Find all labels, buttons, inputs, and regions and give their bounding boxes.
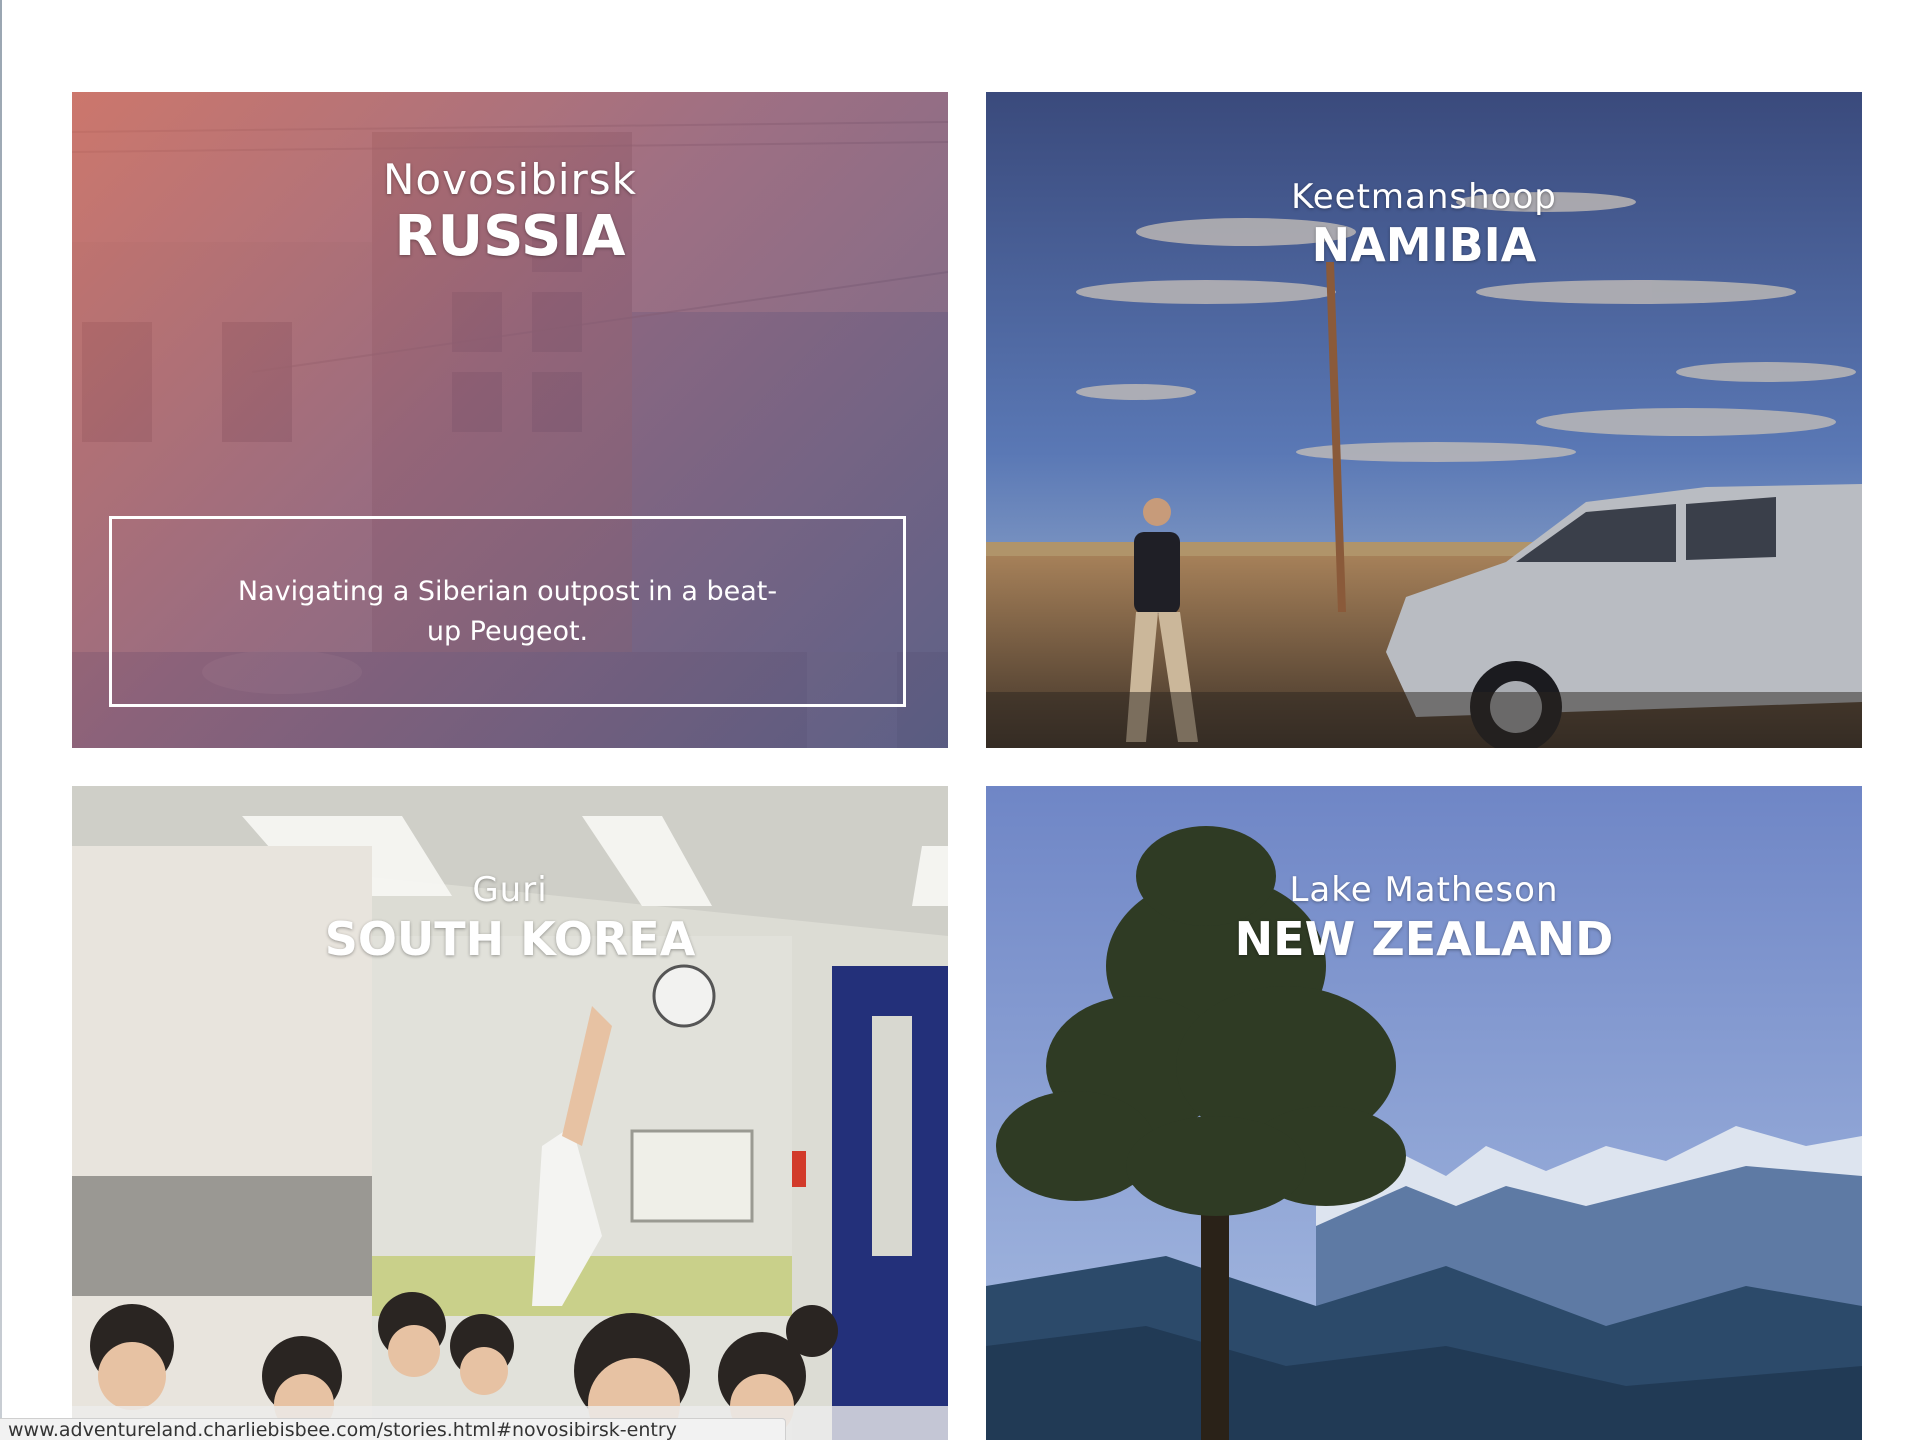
card-caption: Guri SOUTH KOREA bbox=[72, 868, 948, 966]
country-name: NAMIBIA bbox=[1311, 218, 1537, 272]
card-caption: Lake Matheson NEW ZEALAND bbox=[986, 868, 1862, 966]
stories-page: Novosibirsk RUSSIA Navigating a Siberian… bbox=[0, 0, 1920, 1440]
story-card-russia[interactable]: Novosibirsk RUSSIA Navigating a Siberian… bbox=[72, 92, 948, 748]
country-name: NEW ZEALAND bbox=[1234, 912, 1614, 966]
card-caption: Keetmanshoop NAMIBIA bbox=[986, 176, 1862, 272]
story-description: Navigating a Siberian outpost in a beat-… bbox=[237, 575, 778, 647]
city-name: Guri bbox=[472, 870, 548, 910]
card-caption: Novosibirsk RUSSIA bbox=[72, 154, 948, 268]
story-card-namibia[interactable]: Keetmanshoop NAMIBIA bbox=[986, 92, 1862, 748]
city-name: Lake Matheson bbox=[1289, 870, 1559, 910]
story-card-south-korea[interactable]: Guri SOUTH KOREA bbox=[72, 786, 948, 1440]
window-edge bbox=[0, 0, 2, 1440]
city-name: Keetmanshoop bbox=[1291, 177, 1557, 217]
browser-status-bar-url: www.adventureland.charliebisbee.com/stor… bbox=[0, 1418, 786, 1440]
country-name: RUSSIA bbox=[394, 204, 626, 269]
city-name: Novosibirsk bbox=[382, 155, 638, 204]
country-name: SOUTH KOREA bbox=[324, 912, 696, 966]
story-description-box[interactable]: Navigating a Siberian outpost in a beat-… bbox=[109, 516, 906, 707]
story-card-new-zealand[interactable]: Lake Matheson NEW ZEALAND bbox=[986, 786, 1862, 1440]
